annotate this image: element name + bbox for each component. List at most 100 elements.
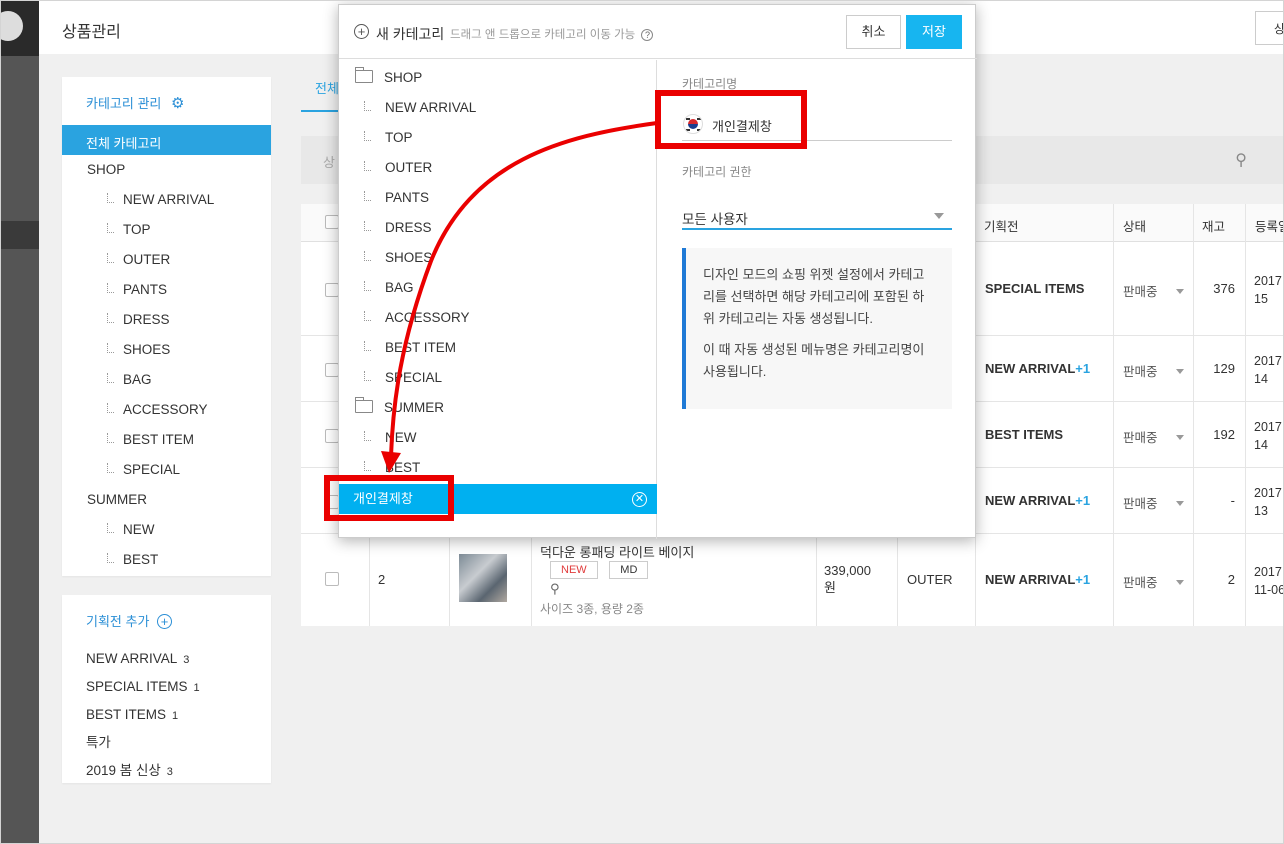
chevron-down-icon[interactable]	[934, 213, 944, 219]
chevron-down-icon[interactable]	[1175, 289, 1184, 294]
sidebar-category-item[interactable]: NEW	[62, 515, 271, 545]
all-categories-item[interactable]: 전체 카테고리	[62, 125, 271, 155]
exhibition-label: 2019 봄 신상	[86, 763, 161, 778]
row-checkbox[interactable]	[325, 363, 339, 377]
app-window: 상품관리 상 카테고리 관리 ⚙ 전체 카테고리 SHOP NEW ARRIVAL…	[0, 0, 1284, 844]
modal-tree-item[interactable]: SUMMER	[339, 390, 476, 420]
row-exhibition-label: NEW ARRIVAL	[985, 493, 1076, 508]
sidebar-category-item[interactable]: OUTER	[62, 245, 271, 275]
modal-tree-label: OUTER	[385, 160, 433, 175]
cancel-button[interactable]: 취소	[846, 15, 901, 49]
exhibition-item[interactable]: 특가	[86, 729, 200, 757]
add-category-icon[interactable]: +	[354, 24, 369, 39]
modal-tree-item[interactable]: SHOES	[339, 240, 476, 270]
zoom-icon[interactable]: ⚲	[550, 581, 560, 597]
exhibition-header-label: 기획전 추가	[86, 614, 150, 629]
save-button[interactable]: 저장	[906, 15, 962, 49]
chevron-down-icon[interactable]	[1175, 369, 1184, 374]
row-status-select[interactable]: 판매중	[1123, 572, 1184, 591]
col-stock: 재고	[1202, 220, 1226, 234]
sidebar-category-item[interactable]: BEST	[62, 545, 271, 575]
select-all-checkbox[interactable]	[325, 215, 339, 229]
sidebar-category-item[interactable]: TOP	[62, 215, 271, 245]
modal-tree-label: NEW ARRIVAL	[385, 100, 477, 115]
row-registered-year: 2017	[1254, 486, 1282, 500]
highlight-box-item	[324, 475, 454, 521]
row-stock: -	[1230, 493, 1235, 508]
sidebar-category-item[interactable]: BEST ITEM	[62, 425, 271, 455]
row-registered: 2017 14	[1254, 352, 1282, 388]
sidebar-category-item[interactable]: SHOES	[62, 335, 271, 365]
modal-tree-item[interactable]: BAG	[339, 270, 476, 300]
sidebar-category-item[interactable]: DRESS	[62, 305, 271, 335]
drag-hint-text: 드래그 앤 드롭으로 카테고리 이동 가능	[450, 29, 636, 41]
exhibition-item[interactable]: NEW ARRIVAL 3	[86, 645, 200, 673]
search-icon[interactable]: ⚲	[1235, 150, 1247, 170]
chevron-down-icon[interactable]	[1175, 435, 1184, 440]
row-checkbox[interactable]	[325, 572, 339, 586]
row-status-select[interactable]: 판매중	[1123, 493, 1184, 512]
sidebar-category-item[interactable]: ACCESSORY	[62, 395, 271, 425]
sidebar-category-item[interactable]: SPECIAL	[62, 455, 271, 485]
row-exhibition[interactable]: NEW ARRIVAL+1	[985, 572, 1090, 587]
row-registered: 2017 14	[1254, 418, 1282, 454]
row-status-value: 판매중	[1123, 285, 1158, 299]
exhibition-item[interactable]: 2019 봄 신상 3	[86, 757, 200, 785]
modal-tree-item[interactable]: OUTER	[339, 150, 476, 180]
exhibition-item[interactable]: BEST ITEMS 1	[86, 701, 200, 729]
gear-icon[interactable]: ⚙	[171, 94, 184, 112]
top-right-button[interactable]: 상	[1255, 11, 1283, 45]
exhibition-count: 3	[183, 654, 190, 666]
add-exhibition-icon[interactable]: +	[157, 614, 173, 629]
badge-md: MD	[609, 561, 649, 579]
col-exhibition: 기획전	[984, 220, 1019, 234]
row-status-select[interactable]: 판매중	[1123, 427, 1184, 446]
row-status-select[interactable]: 판매중	[1123, 361, 1184, 380]
modal-tree-label: BEST ITEM	[385, 340, 457, 355]
page-title: 상품관리	[62, 24, 121, 41]
modal-tree-item[interactable]: TOP	[339, 120, 476, 150]
row-checkbox[interactable]	[325, 283, 339, 297]
row-status-select[interactable]: 판매중	[1123, 281, 1184, 300]
row-registered: 2017 13	[1254, 484, 1282, 520]
category-header-label: 카테고리 관리	[86, 96, 162, 111]
chevron-down-icon[interactable]	[1175, 501, 1184, 506]
category-permission-select[interactable]: 모든 사용자	[682, 204, 952, 230]
remove-category-icon[interactable]: ✕	[632, 492, 647, 507]
modal-tree-item[interactable]: BEST ITEM	[339, 330, 476, 360]
modal-tree-item[interactable]: PANTS	[339, 180, 476, 210]
folder-icon	[355, 67, 373, 83]
sidebar-category-item[interactable]: SHOP	[62, 155, 271, 185]
row-exhibition[interactable]: SPECIAL ITEMS	[985, 281, 1084, 296]
nav-active-item[interactable]	[1, 221, 39, 249]
row-exhibition[interactable]: NEW ARRIVAL+1	[985, 361, 1090, 376]
exhibition-item[interactable]: SPECIAL ITEMS 1	[86, 673, 200, 701]
highlight-box-name	[655, 90, 807, 149]
exhibition-count: 1	[193, 682, 200, 694]
modal-tree-item[interactable]: SPECIAL	[339, 360, 476, 390]
modal-tree-item[interactable]: NEW ARRIVAL	[339, 90, 476, 120]
row-exhibition[interactable]: BEST ITEMS	[985, 427, 1063, 442]
sidebar-category-item[interactable]: NEW ARRIVAL	[62, 185, 271, 215]
modal-tree-item[interactable]: SHOP	[339, 60, 476, 90]
row-registered-day: 14	[1254, 372, 1268, 386]
modal-tree-label: SUMMER	[384, 400, 444, 415]
modal-tree-item[interactable]: ACCESSORY	[339, 300, 476, 330]
add-category-label[interactable]: 새 카테고리	[376, 24, 444, 44]
korea-flag-logo[interactable]	[1, 11, 23, 41]
product-name[interactable]: 덕다운 롱패딩 라이트 베이지	[540, 542, 694, 561]
sidebar-category-item[interactable]: PANTS	[62, 275, 271, 305]
sidebar-category-item[interactable]: BAG	[62, 365, 271, 395]
modal-tree-label: ACCESSORY	[385, 310, 470, 325]
sidebar-category-item[interactable]: SUMMER	[62, 485, 271, 515]
badge-new: NEW	[550, 561, 598, 579]
chevron-down-icon[interactable]	[1175, 580, 1184, 585]
row-checkbox[interactable]	[325, 429, 339, 443]
row-exhibition[interactable]: NEW ARRIVAL+1	[985, 493, 1090, 508]
row-stock: 2	[1227, 572, 1235, 587]
help-icon[interactable]: ?	[641, 29, 654, 41]
row-registered-year: 2017	[1254, 420, 1282, 434]
product-thumbnail[interactable]	[459, 554, 507, 602]
modal-tree-item[interactable]: NEW	[339, 420, 476, 450]
modal-tree-item[interactable]: DRESS	[339, 210, 476, 240]
